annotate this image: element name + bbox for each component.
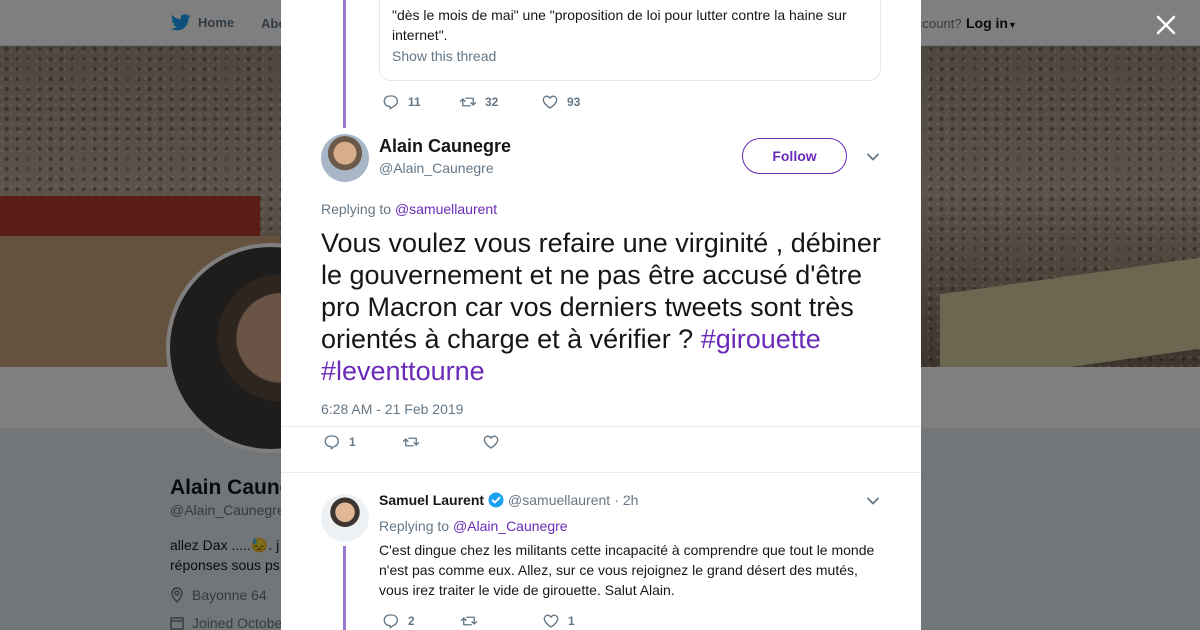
divider [281, 472, 921, 473]
reply-action[interactable]: 1 [323, 433, 402, 451]
chevron-down-icon[interactable] [866, 494, 880, 508]
tweet-modal: "dès le mois de mai" une "proposition de… [281, 0, 921, 630]
chevron-down-icon[interactable] [866, 150, 880, 164]
reply-header: Samuel Laurent @samuellaurent · 2h [379, 492, 638, 508]
thread-connector [343, 0, 346, 128]
reply-action[interactable]: 11 [382, 93, 459, 111]
reply-icon [383, 95, 398, 110]
author-handle[interactable]: @Alain_Caunegre [379, 160, 494, 176]
retweet-icon [460, 616, 478, 626]
hashtag-link[interactable]: #leventtourne [321, 356, 485, 386]
reply-icon [383, 614, 398, 629]
like-action[interactable] [482, 433, 500, 451]
replying-to: Replying to @Alain_Caunegre [379, 518, 568, 534]
reply-count: 1 [349, 435, 356, 449]
replying-prefix: Replying to [379, 518, 450, 534]
reply-icon [324, 435, 339, 450]
author-name[interactable]: Alain Caunegre [379, 136, 511, 157]
reply-author-name[interactable]: Samuel Laurent [379, 492, 484, 508]
show-thread-link[interactable]: Show this thread [392, 48, 868, 64]
previous-tweet-actions: 11 32 93 [382, 93, 580, 111]
retweet-icon [402, 437, 420, 447]
main-tweet-text: Vous voulez vous refaire une virginité ,… [321, 227, 887, 387]
retweet-action[interactable] [402, 433, 482, 451]
close-icon[interactable] [1154, 13, 1178, 37]
reply-time[interactable]: 2h [623, 492, 639, 508]
heart-icon [542, 95, 558, 109]
verified-badge-icon [488, 492, 504, 508]
reply-count: 11 [408, 95, 421, 109]
replying-to-link[interactable]: @samuellaurent [395, 201, 497, 217]
reply-action[interactable]: 2 [382, 612, 460, 630]
like-count: 93 [567, 95, 581, 109]
reply-count: 2 [408, 614, 415, 628]
author-avatar[interactable] [321, 134, 369, 182]
reply-tweet-text: C'est dingue chez les militants cette in… [379, 542, 875, 598]
like-count: 1 [568, 614, 575, 628]
thread-connector [343, 546, 346, 630]
retweet-action[interactable]: 32 [459, 93, 541, 111]
follow-button[interactable]: Follow [742, 138, 847, 174]
main-tweet-actions: 1 [323, 433, 500, 451]
hashtag-link[interactable]: #girouette [701, 324, 821, 354]
replying-to-link[interactable]: @Alain_Caunegre [453, 518, 568, 534]
replying-to: Replying to @samuellaurent [321, 201, 497, 217]
tweet-timestamp[interactable]: 6:28 AM - 21 Feb 2019 [321, 401, 463, 417]
retweet-action[interactable] [460, 612, 542, 630]
like-action[interactable]: 93 [541, 93, 580, 111]
reply-tweet-actions: 2 1 [382, 612, 575, 630]
like-action[interactable]: 1 [542, 612, 575, 630]
reply-author-avatar[interactable] [321, 494, 369, 542]
separator-dot: · [614, 492, 619, 508]
reply-author-handle[interactable]: @samuellaurent [508, 492, 610, 508]
quoted-tweet-card[interactable]: "dès le mois de mai" une "proposition de… [379, 0, 881, 81]
retweet-count: 32 [485, 95, 499, 109]
quoted-tweet-text: "dès le mois de mai" une "proposition de… [392, 7, 847, 43]
heart-icon [543, 614, 559, 628]
replying-prefix: Replying to [321, 201, 392, 217]
retweet-icon [459, 97, 477, 107]
divider [281, 426, 921, 427]
heart-icon [483, 435, 499, 449]
